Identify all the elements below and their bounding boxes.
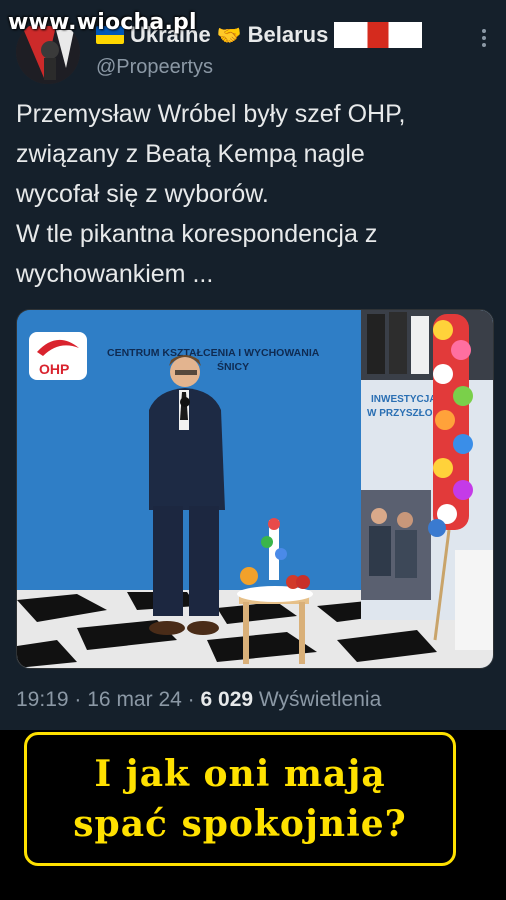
tweet-meta: 19:19 · 16 mar 24 · 6 029 Wyświetlenia	[16, 688, 381, 712]
caption-line-1: I jak oni mają	[94, 753, 386, 795]
meta-separator: ·	[187, 688, 195, 711]
rollup-text-2: W PRZYSZŁO	[367, 408, 433, 419]
belarus-flag-icon	[334, 22, 423, 48]
site-watermark: www.wiocha.pl	[8, 10, 197, 35]
ohp-logo-text: OHP	[39, 361, 69, 377]
caption-box: I jak oni mają spać spokojnie?	[24, 732, 456, 866]
banner-text-2: ŚNICY	[217, 360, 249, 373]
meta-separator: ·	[74, 688, 82, 711]
views-label: Wyświetlenia	[258, 688, 382, 711]
author-handle[interactable]: @Propeertys	[96, 56, 213, 79]
tweet-card: www.wiocha.pl Ukraine 🤝 Belarus @Propeer…	[0, 0, 506, 730]
rollup-text-1: INWESTYCJA	[371, 394, 437, 405]
tweet-text: Przemysław Wróbel były szef OHP, związan…	[16, 100, 406, 288]
ohp-logo: OHP	[29, 332, 87, 380]
author-name-part2: Belarus	[247, 22, 329, 47]
more-options-icon[interactable]	[474, 26, 494, 50]
tweet-date[interactable]: 16 mar 24	[87, 688, 182, 711]
caption-line-2: spać spokojnie?	[73, 803, 407, 845]
banner-text-1: CENTRUM KSZTAŁCENIA I WYCHOWANIA	[107, 347, 320, 359]
caption-footer: I jak oni mają spać spokojnie?	[0, 730, 506, 900]
tweet-time[interactable]: 19:19	[16, 688, 69, 711]
views-count: 6 029	[200, 688, 254, 711]
handshake-icon: 🤝	[216, 24, 242, 47]
tweet-photo[interactable]: OHP CENTRUM KSZTAŁCENIA I WYCHOWANIA ŚNI…	[16, 309, 494, 669]
